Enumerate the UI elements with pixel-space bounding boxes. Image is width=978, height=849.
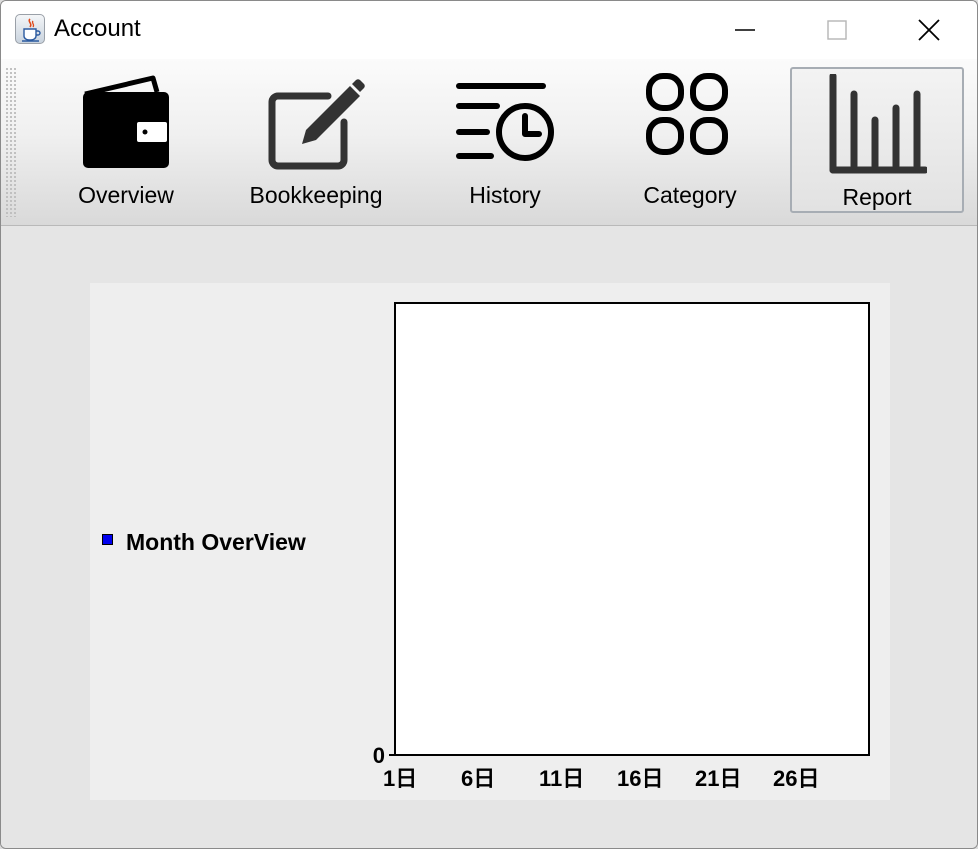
toolbar-bookkeeping-button[interactable]: Bookkeeping [241, 67, 391, 213]
title-bar[interactable]: Account [1, 1, 977, 59]
category-grid-icon [646, 73, 728, 155]
toolbar-label-bookkeeping: Bookkeeping [249, 182, 383, 208]
toolbar-category-button[interactable]: Category [623, 67, 757, 213]
maximize-button[interactable] [814, 9, 860, 51]
x-tick-label: 16日 [617, 766, 663, 791]
x-tick-label: 21日 [695, 766, 741, 791]
x-axis: 1日 6日 11日 16日 21日 26日 [383, 766, 819, 791]
java-cup-icon [15, 14, 45, 44]
window-title: Account [54, 15, 141, 42]
toolbar-label-overview: Overview [78, 182, 174, 208]
y-axis: 0 [373, 743, 395, 768]
x-tick-label: 26日 [773, 766, 819, 791]
toolbar-grip[interactable] [5, 67, 17, 217]
edit-icon [268, 79, 365, 170]
close-button[interactable] [906, 9, 952, 51]
minimize-button[interactable] [722, 9, 768, 51]
chart-panel: Month OverView 0 1日 6日 11日 16日 21日 26日 [90, 283, 890, 800]
bar-chart-icon [829, 74, 927, 174]
app-window: Account Overview Bookkeeping History Cat… [0, 0, 978, 849]
toolbar-history-button[interactable]: History [441, 67, 569, 213]
wallet-icon [83, 75, 169, 168]
y-tick-label: 0 [373, 743, 385, 768]
x-tick-label: 1日 [383, 766, 417, 791]
plot-area [394, 302, 870, 756]
minimize-icon [735, 29, 755, 31]
toolbar-report-button[interactable]: Report [790, 67, 964, 213]
toolbar-label-history: History [469, 182, 541, 208]
report-content-area: Month OverView 0 1日 6日 11日 16日 21日 26日 [1, 226, 977, 848]
month-overview-chart: 0 1日 6日 11日 16日 21日 26日 [373, 302, 870, 791]
close-icon [918, 19, 940, 41]
toolbar-overview-button[interactable]: Overview [61, 67, 191, 213]
toolbar-label-category: Category [643, 182, 737, 208]
history-clock-icon [456, 83, 554, 161]
toolbar-label-report: Report [842, 184, 912, 210]
maximize-icon [827, 20, 847, 40]
x-tick-label: 11日 [539, 766, 584, 791]
x-tick-label: 6日 [461, 766, 495, 791]
main-toolbar: Overview Bookkeeping History Category Re… [1, 59, 977, 226]
